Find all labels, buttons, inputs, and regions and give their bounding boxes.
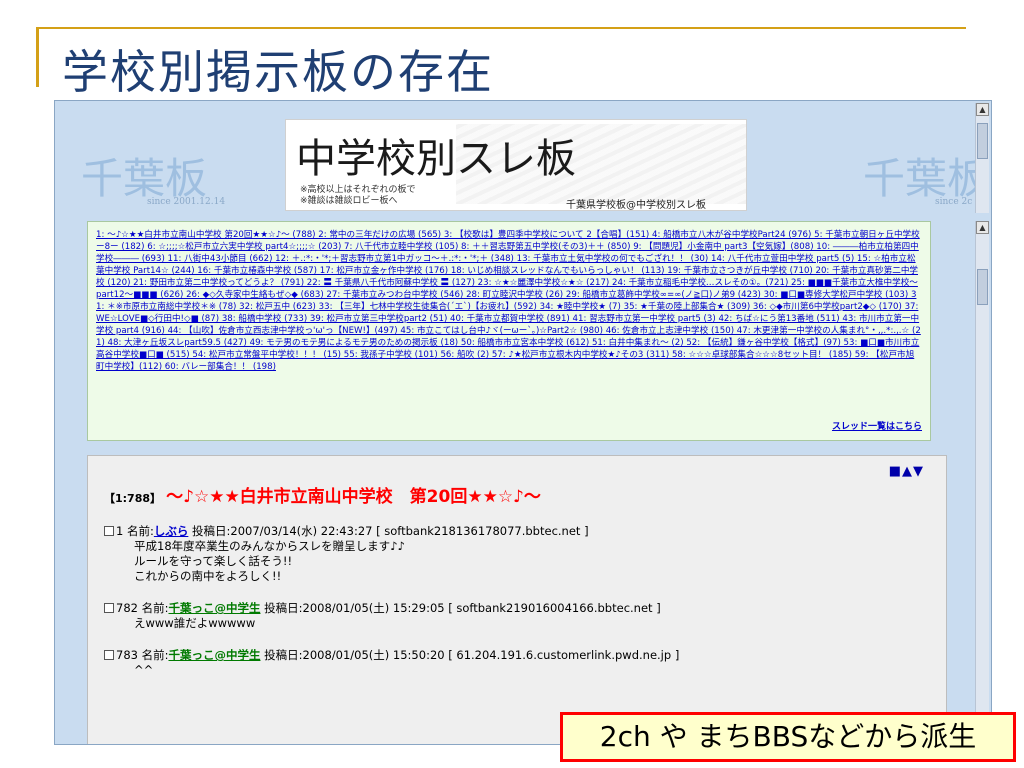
checkbox-icon[interactable] — [104, 650, 114, 660]
banner-note-2: ※雑談は雑談ロビー板へ — [300, 196, 398, 206]
post-name-label: 名前: — [141, 601, 169, 615]
banner-tagline: 千葉県学校板@中学校別スレ板 — [566, 200, 706, 211]
post-header: 1 名前:しぶら 投稿日:2007/03/14(水) 22:43:27 [ so… — [104, 523, 930, 539]
thread-list-panel: 1: 〜♪☆★★白井市立南山中学校 第20回★★☆♪〜 (788) 2: 常中の… — [87, 221, 931, 441]
post-date: 投稿日:2008/01/05(土) 15:50:20 [ 61.204.191.… — [264, 648, 680, 662]
thread-list-links[interactable]: 1: 〜♪☆★★白井市立南山中学校 第20回★★☆♪〜 (788) 2: 常中の… — [96, 229, 922, 405]
title-accent-bar — [36, 27, 39, 87]
checkbox-icon[interactable] — [104, 526, 114, 536]
banner-scrollbar[interactable]: ▲ — [975, 103, 989, 213]
post-name-label: 名前: — [141, 648, 169, 662]
scroll-thumb[interactable] — [977, 269, 988, 305]
thread-nav-icons[interactable]: ■▲▼ — [889, 464, 924, 479]
post-name-label: 名前: — [126, 524, 154, 538]
post-line: 平成18年度卒業生のみんなからスレを贈呈します♪♪ — [134, 539, 405, 553]
scroll-up-icon[interactable]: ▲ — [976, 103, 989, 116]
post-author-link[interactable]: 千葉っこ@中学生 — [168, 648, 260, 662]
watermark-since-left: since 2001.12.14 — [147, 197, 226, 207]
post-number: 783 — [116, 648, 138, 662]
thread-panel: ■▲▼ 【1:788】 〜♪☆★★白井市立南山中学校 第20回★★☆♪〜 1 名… — [87, 455, 947, 744]
post-date: 投稿日:2008/01/05(土) 15:29:05 [ softbank219… — [264, 601, 661, 615]
post: 782 名前:千葉っこ@中学生 投稿日:2008/01/05(土) 15:29:… — [104, 600, 930, 631]
bbs-screenshot: 千葉板 since 2001.12.14 千葉板 since 2c 中学校別スレ… — [54, 100, 992, 745]
post-line: えwww誰だよwwwww — [134, 616, 256, 630]
post-line: ルールを守って楽しく話そう!! — [134, 554, 293, 568]
title-accent-line — [36, 27, 966, 29]
post-author-link[interactable]: 千葉っこ@中学生 — [168, 601, 260, 615]
slide-title: 学校別掲示板の存在 — [62, 45, 494, 99]
post: 1 名前:しぶら 投稿日:2007/03/14(水) 22:43:27 [ so… — [104, 523, 930, 584]
post-header: 782 名前:千葉っこ@中学生 投稿日:2008/01/05(土) 15:29:… — [104, 600, 930, 616]
thread-title: 〜♪☆★★白井市立南山中学校 第20回★★☆♪〜 — [166, 487, 541, 507]
post-body: えwww誰だよwwwww — [104, 616, 930, 631]
post-number: 1 — [116, 524, 124, 538]
thread-header: 【1:788】 〜♪☆★★白井市立南山中学校 第20回★★☆♪〜 — [104, 482, 930, 507]
post-header: 783 名前:千葉っこ@中学生 投稿日:2008/01/05(土) 15:50:… — [104, 647, 930, 663]
watermark-since-right: since 2c — [935, 197, 973, 207]
checkbox-icon[interactable] — [104, 603, 114, 613]
post-number: 782 — [116, 601, 138, 615]
post-line: これからの南中をよろしく!! — [134, 569, 282, 583]
thread-list-more-link[interactable]: スレッド一覧はこちら — [832, 419, 922, 432]
post-body: 平成18年度卒業生のみんなからスレを贈呈します♪♪ ルールを守って楽しく話そう!… — [104, 539, 930, 584]
scroll-up-icon[interactable]: ▲ — [976, 221, 989, 234]
board-banner: 中学校別スレ板 ※高校以上はそれぞれの板で ※雑談は雑談ロビー板へ 千葉県学校板… — [285, 119, 747, 211]
post-date: 投稿日:2007/03/14(水) 22:43:27 [ softbank218… — [192, 524, 589, 538]
banner-title: 中学校別スレ板 — [296, 136, 576, 182]
origin-callout: 2ch や まちBBSなどから派生 — [560, 712, 1016, 762]
post: 783 名前:千葉っこ@中学生 投稿日:2008/01/05(土) 15:50:… — [104, 647, 930, 678]
post-body: ^^ — [104, 663, 930, 678]
post-author-link[interactable]: しぶら — [154, 524, 189, 538]
scroll-thumb[interactable] — [977, 123, 988, 159]
content-scrollbar[interactable]: ▲ — [975, 221, 989, 741]
post-line: ^^ — [134, 663, 154, 677]
thread-post-count: 【1:788】 — [104, 492, 162, 505]
